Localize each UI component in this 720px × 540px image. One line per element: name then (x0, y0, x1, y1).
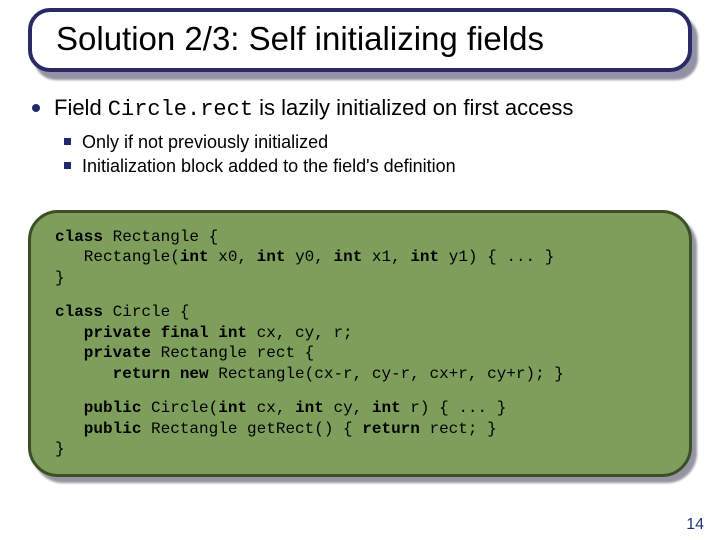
code-kw: public (55, 399, 141, 417)
code-kw: class (55, 228, 103, 246)
code-text: x1, (362, 248, 410, 266)
code-kw: class (55, 303, 103, 321)
code-panel: class Rectangle { Rectangle(int x0, int … (28, 210, 692, 477)
bullet-code: Circle.rect (108, 97, 253, 122)
code-text: Rectangle(cx-r, cy-r, cx+r, cy+r); } (209, 365, 564, 383)
sub-bullet-item: Only if not previously initialized (82, 130, 700, 154)
sub-bullet-list: Only if not previously initialized Initi… (60, 130, 700, 179)
code-kw: int (257, 248, 286, 266)
code-kw: return (362, 420, 420, 438)
page-number: 14 (686, 516, 704, 534)
code-panel-container: class Rectangle { Rectangle(int x0, int … (28, 210, 692, 477)
code-text: rect; } (420, 420, 497, 438)
bullet-text-pre: Field (54, 95, 108, 120)
code-gap (55, 384, 669, 398)
code-kw: int (218, 399, 247, 417)
code-text: } (55, 440, 65, 458)
code-kw: private final int (55, 324, 247, 342)
code-kw: public (55, 420, 141, 438)
bullet-list: Field Circle.rect is lazily initialized … (28, 94, 700, 178)
code-text: cy, (324, 399, 372, 417)
code-text: cx, (247, 399, 295, 417)
code-kw: return new (55, 365, 209, 383)
code-text: y0, (285, 248, 333, 266)
code-kw: int (180, 248, 209, 266)
code-text: Circle( (141, 399, 218, 417)
code-kw: int (295, 399, 324, 417)
code-text: Rectangle { (103, 228, 218, 246)
code-kw: private (55, 344, 151, 362)
bullet-item: Field Circle.rect is lazily initialized … (54, 94, 700, 178)
code-text: Rectangle( (55, 248, 180, 266)
code-gap (55, 288, 669, 302)
code-text: r) { ... } (401, 399, 507, 417)
slide-title: Solution 2/3: Self initializing fields (56, 20, 664, 58)
code-text: } (55, 269, 65, 287)
code-text: Rectangle getRect() { (141, 420, 362, 438)
code-kw: int (410, 248, 439, 266)
code-text: y1) { ... } (439, 248, 554, 266)
code-text: Rectangle rect { (151, 344, 314, 362)
code-text: Circle { (103, 303, 189, 321)
slide: Solution 2/3: Self initializing fields F… (0, 0, 720, 540)
title-box: Solution 2/3: Self initializing fields (28, 8, 692, 72)
code-block: class Rectangle { Rectangle(int x0, int … (55, 227, 669, 460)
code-kw: int (333, 248, 362, 266)
code-text: x0, (209, 248, 257, 266)
title-container: Solution 2/3: Self initializing fields (28, 8, 692, 72)
code-text: cx, cy, r; (247, 324, 353, 342)
sub-bullet-item: Initialization block added to the field'… (82, 154, 700, 178)
code-kw: int (372, 399, 401, 417)
bullet-text-post: is lazily initialized on first access (253, 95, 573, 120)
body: Field Circle.rect is lazily initialized … (28, 94, 700, 182)
